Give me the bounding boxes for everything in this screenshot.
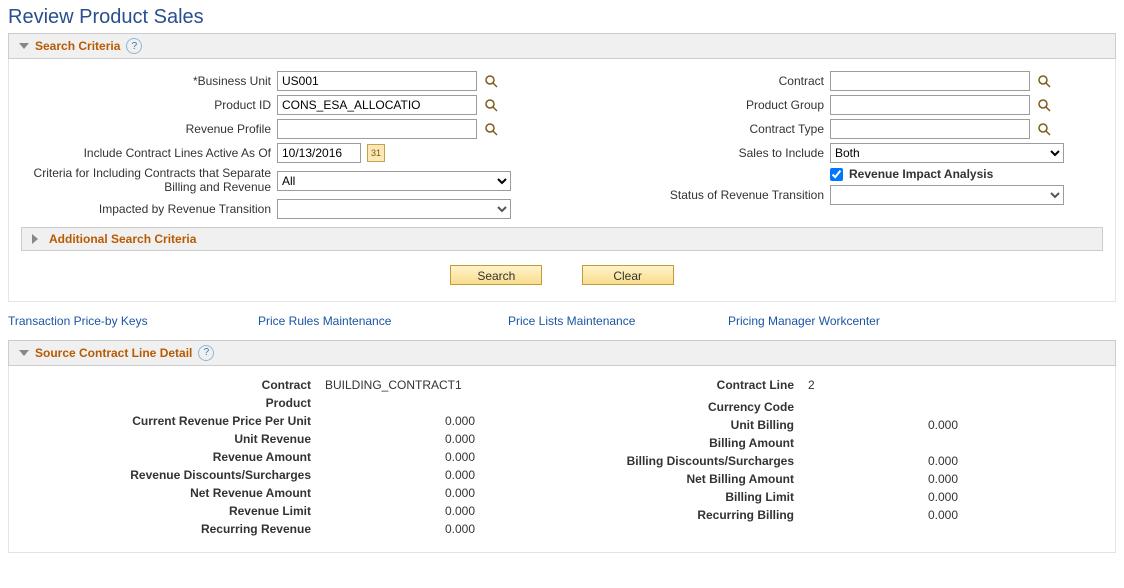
sales-to-include-select[interactable]: Both [830,143,1064,163]
source-detail-title: Source Contract Line Detail [35,346,192,360]
d-recur-bill-label: Recurring Billing [574,508,802,522]
d-bill-limit-label: Billing Limit [574,490,802,504]
help-icon[interactable]: ? [198,345,214,361]
d-rev-limit-label: Revenue Limit [21,504,319,518]
d-rev-limit-val: 0.000 [319,504,475,518]
source-detail-header[interactable]: Source Contract Line Detail ? [8,340,1116,366]
lookup-icon[interactable] [1036,121,1052,137]
lookup-icon[interactable] [1036,97,1052,113]
impacted-select[interactable] [277,199,511,219]
d-contract-line-label: Contract Line [574,378,802,392]
contract-input[interactable] [830,71,1030,91]
link-price-rules[interactable]: Price Rules Maintenance [258,314,508,328]
d-net-bill-label: Net Billing Amount [574,472,802,486]
d-rev-amt-label: Revenue Amount [21,450,319,464]
business-unit-label: *Business Unit [21,74,277,88]
product-group-input[interactable] [830,95,1030,115]
product-id-input[interactable] [277,95,477,115]
d-bill-limit-val: 0.000 [802,490,958,504]
search-criteria-title: Search Criteria [35,39,120,53]
d-bill-disc-val: 0.000 [802,454,958,468]
d-bill-amt-label: Billing Amount [574,436,802,450]
criteria-sep-label: Criteria for Including Contracts that Se… [21,167,277,195]
collapse-toggle-icon [19,43,29,49]
d-net-rev-label: Net Revenue Amount [21,486,319,500]
collapse-toggle-icon [19,350,29,356]
expand-toggle-icon [32,234,43,244]
d-contract-val: BUILDING_CONTRACT1 [319,378,475,392]
impacted-label: Impacted by Revenue Transition [21,202,277,216]
d-unit-rev-val: 0.000 [319,432,475,446]
d-net-rev-val: 0.000 [319,486,475,500]
active-as-of-input[interactable] [277,143,361,163]
calendar-icon[interactable]: 31 [367,144,385,162]
product-group-label: Product Group [574,98,830,112]
link-price-lists[interactable]: Price Lists Maintenance [508,314,728,328]
d-rev-amt-val: 0.000 [319,450,475,464]
button-bar: Search Clear [21,259,1103,289]
revenue-profile-input[interactable] [277,119,477,139]
lookup-icon[interactable] [1036,73,1052,89]
additional-search-header[interactable]: Additional Search Criteria [21,227,1103,251]
sales-to-include-label: Sales to Include [574,146,830,160]
d-unit-bill-label: Unit Billing [574,418,802,432]
business-unit-input[interactable] [277,71,477,91]
help-icon[interactable]: ? [126,38,142,54]
d-contract-label: Contract [21,378,319,392]
contract-type-label: Contract Type [574,122,830,136]
page-title: Review Product Sales [0,0,1124,31]
lookup-icon[interactable] [483,121,499,137]
d-unit-rev-label: Unit Revenue [21,432,319,446]
d-currency-label: Currency Code [574,400,802,414]
d-product-label: Product [21,396,319,410]
links-row: Transaction Price-by Keys Price Rules Ma… [0,308,1124,338]
search-criteria-header[interactable]: Search Criteria ? [8,33,1116,59]
d-recur-rev-val: 0.000 [319,522,475,536]
search-criteria-body: *Business Unit Product ID Revenue Profil… [8,59,1116,302]
product-id-label: Product ID [21,98,277,112]
clear-button[interactable]: Clear [582,265,674,285]
criteria-sep-select[interactable]: All [277,171,511,191]
revenue-impact-checkbox[interactable] [830,168,843,181]
link-workcenter[interactable]: Pricing Manager Workcenter [728,314,880,328]
active-as-of-label: Include Contract Lines Active As Of [21,146,277,160]
search-button[interactable]: Search [450,265,542,285]
d-rev-disc-val: 0.000 [319,468,475,482]
d-unit-bill-val: 0.000 [802,418,958,432]
contract-type-input[interactable] [830,119,1030,139]
lookup-icon[interactable] [483,73,499,89]
d-recur-rev-label: Recurring Revenue [21,522,319,536]
status-rev-select[interactable] [830,185,1064,205]
d-bill-disc-label: Billing Discounts/Surcharges [574,454,802,468]
status-rev-label: Status of Revenue Transition [574,188,830,202]
d-cur-rev-ppu-val: 0.000 [319,414,475,428]
revenue-profile-label: Revenue Profile [21,122,277,136]
source-detail-body: ContractBUILDING_CONTRACT1 Product Curre… [8,366,1116,553]
additional-search-title: Additional Search Criteria [49,232,196,246]
d-contract-line-val: 2 [802,378,958,392]
link-price-by-keys[interactable]: Transaction Price-by Keys [8,314,258,328]
revenue-impact-label: Revenue Impact Analysis [849,167,993,181]
contract-label: Contract [574,74,830,88]
d-net-bill-val: 0.000 [802,472,958,486]
d-cur-rev-ppu-label: Current Revenue Price Per Unit [21,414,319,428]
d-recur-bill-val: 0.000 [802,508,958,522]
lookup-icon[interactable] [483,97,499,113]
d-rev-disc-label: Revenue Discounts/Surcharges [21,468,319,482]
